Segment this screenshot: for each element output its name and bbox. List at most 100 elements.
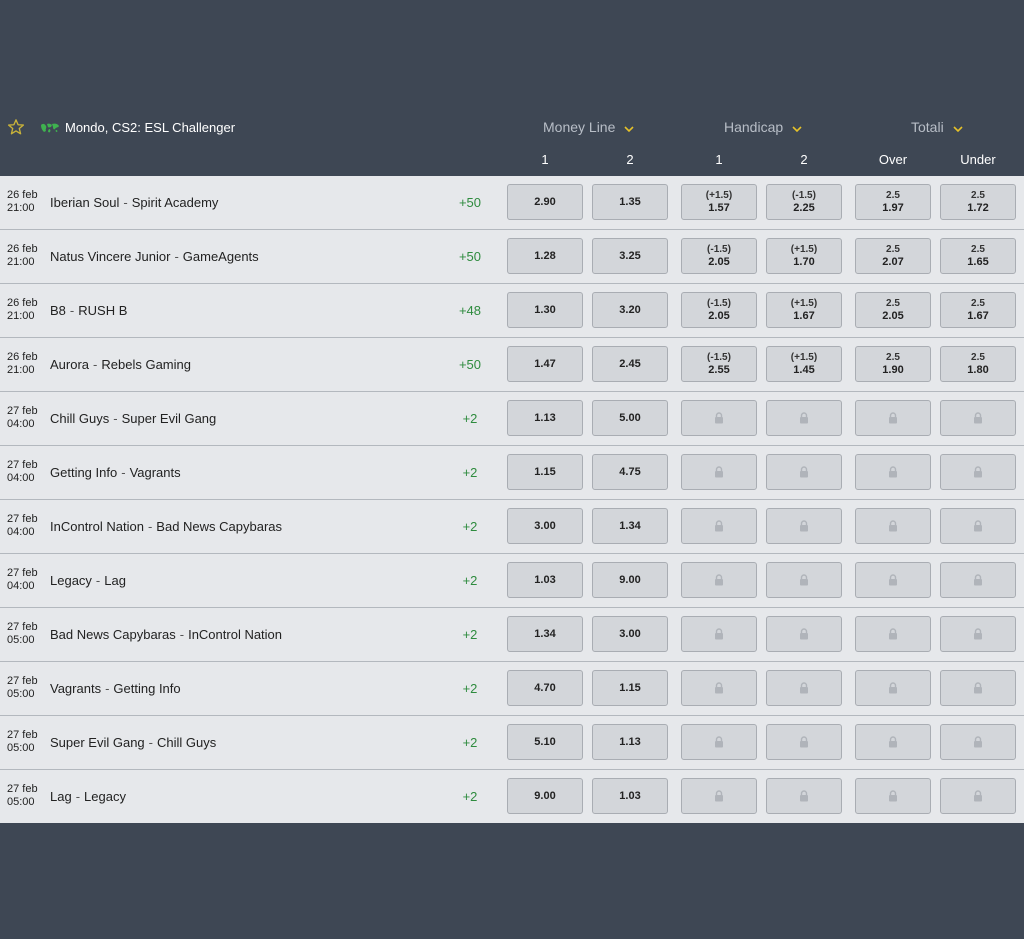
odds-button-moneyline-1[interactable]: 1.47	[507, 346, 583, 382]
match-teams[interactable]: Legacy - Lag	[50, 573, 126, 588]
odds-button-handicap-2[interactable]: (-1.5) 2.25	[766, 184, 842, 220]
odds-button-total-1[interactable]: 2.5 1.90	[855, 346, 931, 382]
market-label: Handicap	[724, 119, 784, 135]
odds-button-moneyline-1[interactable]: 2.90	[507, 184, 583, 220]
odds-button-moneyline-1[interactable]: 1.28	[507, 238, 583, 274]
odds-button-moneyline-1[interactable]: 1.03	[507, 562, 583, 598]
match-time: 21:00	[7, 256, 35, 268]
odds-button-total-2[interactable]: 2.5 1.80	[940, 346, 1016, 382]
match-row[interactable]: 26 feb 21:00 Iberian Soul - Spirit Academy +5…	[0, 176, 1024, 230]
home-team: Vagrants	[50, 681, 102, 696]
match-teams[interactable]: Lag - Legacy	[50, 789, 126, 804]
match-teams[interactable]: Vagrants - Getting Info	[50, 681, 181, 696]
match-teams[interactable]: Chill Guys - Super Evil Gang	[50, 411, 216, 426]
odds-button-moneyline-2[interactable]: 3.00	[592, 616, 668, 652]
odds-line: (-1.5)	[707, 352, 731, 363]
odds-button-moneyline-2[interactable]: 2.45	[592, 346, 668, 382]
odds-button-moneyline-2[interactable]: 5.00	[592, 400, 668, 436]
market-money-line[interactable]: Money Line	[543, 119, 634, 136]
more-markets-link[interactable]: +48	[445, 303, 495, 318]
match-row[interactable]: 27 feb 04:00 Getting Info - Vagrants +2 1.15 4.…	[0, 446, 1024, 500]
match-row[interactable]: 27 feb 04:00 Legacy - Lag +2 1.03 9.00	[0, 554, 1024, 608]
market-handicap[interactable]: Handicap	[724, 119, 802, 136]
match-row[interactable]: 27 feb 05:00 Lag - Legacy +2 9.00 1.03	[0, 770, 1024, 823]
more-markets-link[interactable]: +50	[445, 195, 495, 210]
match-row[interactable]: 27 feb 04:00 InControl Nation - Bad News Cap…	[0, 500, 1024, 554]
odds-button-handicap-2[interactable]: (+1.5) 1.45	[766, 346, 842, 382]
odds-button-moneyline-2[interactable]: 1.13	[592, 724, 668, 760]
odds-button-moneyline-2[interactable]: 1.03	[592, 778, 668, 814]
odds-button-total-2[interactable]: 2.5 1.65	[940, 238, 1016, 274]
odds-button-moneyline-2[interactable]: 1.35	[592, 184, 668, 220]
odds-button-handicap-locked	[766, 778, 842, 814]
match-teams[interactable]: Bad News Capybaras - InControl Nation	[50, 627, 282, 642]
odds-button-moneyline-2[interactable]: 3.25	[592, 238, 668, 274]
more-markets-link[interactable]: +50	[445, 249, 495, 264]
lock-icon	[888, 520, 898, 532]
odds-button-moneyline-2[interactable]: 9.00	[592, 562, 668, 598]
more-markets-link[interactable]: +2	[445, 519, 495, 534]
odds-button-total-locked	[855, 724, 931, 760]
odds-button-handicap-locked	[681, 454, 757, 490]
odds-button-moneyline-1[interactable]: 5.10	[507, 724, 583, 760]
more-markets-link[interactable]: +2	[445, 681, 495, 696]
away-team: Spirit Academy	[131, 195, 219, 210]
odds-button-moneyline-1[interactable]: 1.13	[507, 400, 583, 436]
odds-button-moneyline-1[interactable]: 1.34	[507, 616, 583, 652]
odds-value: 4.75	[619, 466, 641, 478]
league-name[interactable]: Mondo, CS2: ESL Challenger	[65, 120, 235, 135]
odds-button-handicap-2[interactable]: (+1.5) 1.67	[766, 292, 842, 328]
match-row[interactable]: 26 feb 21:00 Aurora - Rebels Gaming +50 1.47 2.…	[0, 338, 1024, 392]
odds-button-moneyline-2[interactable]: 4.75	[592, 454, 668, 490]
odds-button-moneyline-1[interactable]: 1.30	[507, 292, 583, 328]
odds-button-handicap-2[interactable]: (+1.5) 1.70	[766, 238, 842, 274]
match-row[interactable]: 26 feb 21:00 B8- RUSH B +48 1.30 3.20 (-1.5) 2.0…	[0, 284, 1024, 338]
odds-button-total-2[interactable]: 2.5 1.72	[940, 184, 1016, 220]
match-row[interactable]: 27 feb 05:00 Vagrants - Getting Info +2 4.70 1.…	[0, 662, 1024, 716]
more-markets-link[interactable]: +2	[445, 411, 495, 426]
match-teams[interactable]: InControl Nation - Bad News Capybaras	[50, 519, 282, 534]
odds-button-handicap-1[interactable]: (+1.5) 1.57	[681, 184, 757, 220]
odds-button-total-1[interactable]: 2.5 2.07	[855, 238, 931, 274]
odds-button-total-locked	[940, 670, 1016, 706]
match-teams[interactable]: Iberian Soul - Spirit Academy	[50, 195, 218, 210]
odds-button-handicap-1[interactable]: (-1.5) 2.55	[681, 346, 757, 382]
odds-button-moneyline-1[interactable]: 3.00	[507, 508, 583, 544]
odds-button-moneyline-2[interactable]: 1.15	[592, 670, 668, 706]
match-teams[interactable]: Getting Info - Vagrants	[50, 465, 181, 480]
odds-value: 1.03	[619, 790, 641, 802]
match-row[interactable]: 26 feb 21:00 Natus Vincere Junior - GameAgen…	[0, 230, 1024, 284]
more-markets-link[interactable]: +50	[445, 357, 495, 372]
odds-button-handicap-locked	[681, 562, 757, 598]
odds-button-moneyline-1[interactable]: 1.15	[507, 454, 583, 490]
match-teams[interactable]: Aurora - Rebels Gaming	[50, 357, 191, 372]
match-date: 27 feb	[7, 567, 38, 579]
more-markets-link[interactable]: +2	[445, 627, 495, 642]
lock-icon	[973, 682, 983, 694]
more-markets-link[interactable]: +2	[445, 573, 495, 588]
odds-button-total-2[interactable]: 2.5 1.67	[940, 292, 1016, 328]
match-teams[interactable]: B8- RUSH B	[50, 303, 127, 318]
odds-button-moneyline-1[interactable]: 9.00	[507, 778, 583, 814]
odds-button-handicap-1[interactable]: (-1.5) 2.05	[681, 238, 757, 274]
match-row[interactable]: 27 feb 04:00 Chill Guys - Super Evil Gang +2 1…	[0, 392, 1024, 446]
odds-value: 9.00	[619, 574, 641, 586]
odds-button-total-locked	[855, 778, 931, 814]
star-icon[interactable]	[7, 118, 25, 136]
match-teams[interactable]: Natus Vincere Junior - GameAgents	[50, 249, 259, 264]
more-markets-link[interactable]: +2	[445, 735, 495, 750]
match-row[interactable]: 27 feb 05:00 Super Evil Gang - Chill Guys +2 5…	[0, 716, 1024, 770]
odds-value: 1.03	[534, 574, 556, 586]
odds-button-total-1[interactable]: 2.5 1.97	[855, 184, 931, 220]
market-totali[interactable]: Totali	[911, 119, 963, 136]
more-markets-link[interactable]: +2	[445, 465, 495, 480]
odds-button-moneyline-2[interactable]: 3.20	[592, 292, 668, 328]
odds-button-moneyline-1[interactable]: 4.70	[507, 670, 583, 706]
odds-button-handicap-1[interactable]: (-1.5) 2.05	[681, 292, 757, 328]
match-row[interactable]: 27 feb 05:00 Bad News Capybaras - InControl …	[0, 608, 1024, 662]
odds-button-moneyline-2[interactable]: 1.34	[592, 508, 668, 544]
match-time: 04:00	[7, 418, 35, 430]
odds-button-total-1[interactable]: 2.5 2.05	[855, 292, 931, 328]
match-teams[interactable]: Super Evil Gang - Chill Guys	[50, 735, 216, 750]
more-markets-link[interactable]: +2	[445, 789, 495, 804]
